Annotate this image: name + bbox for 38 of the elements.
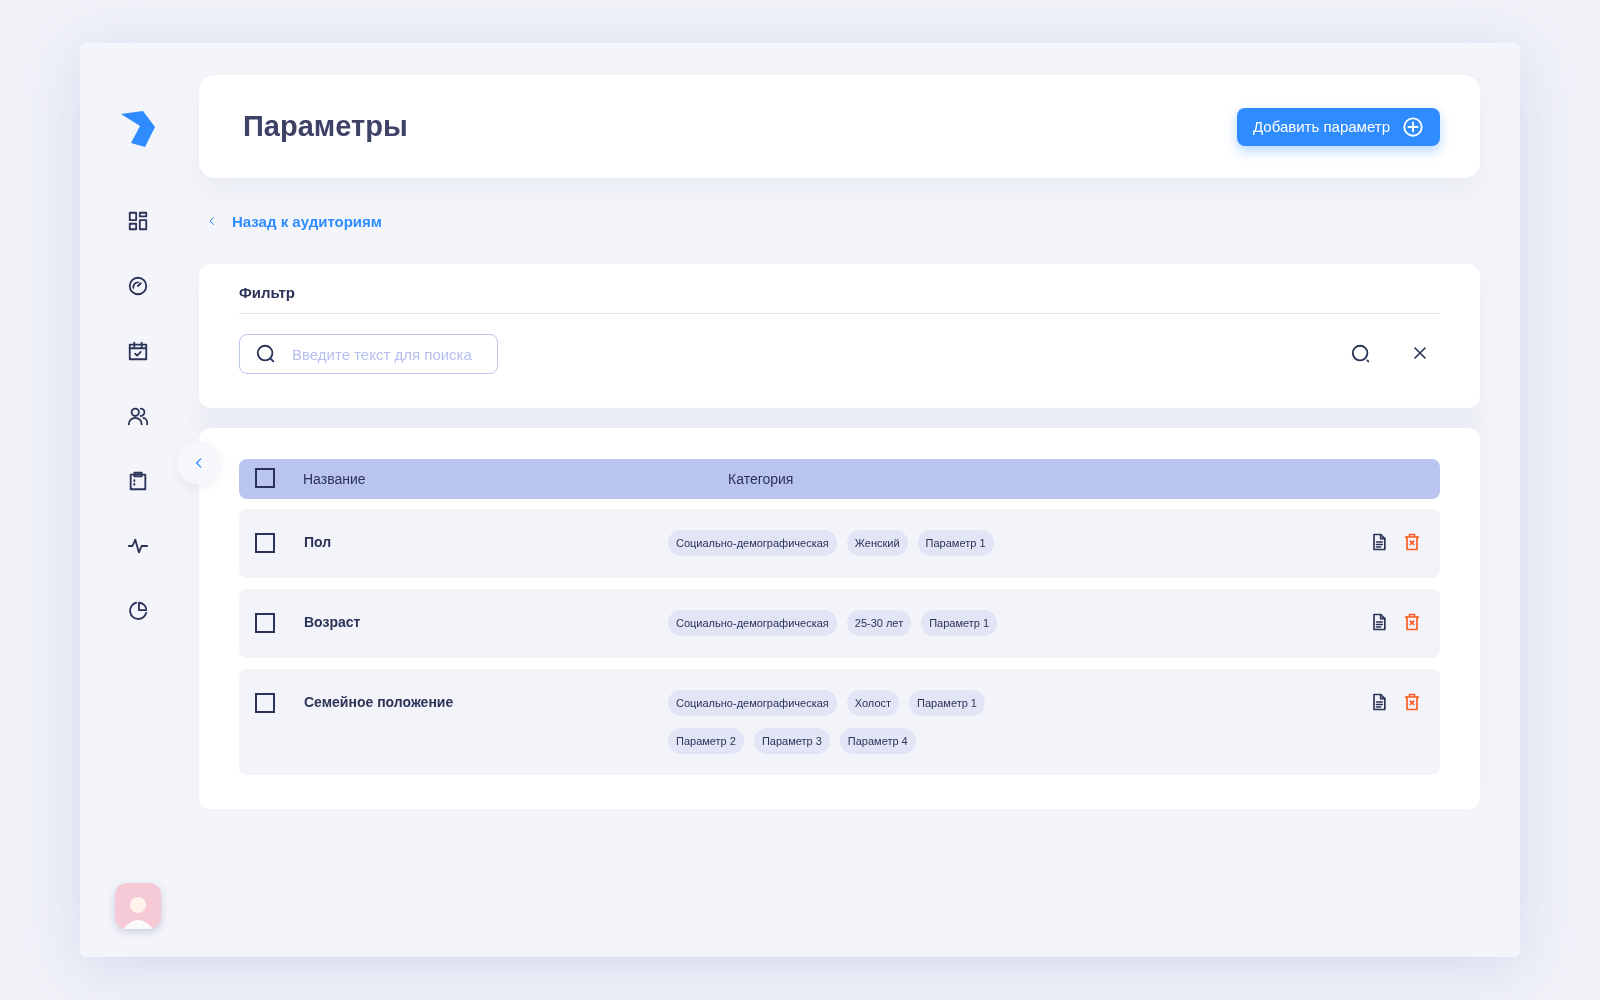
search-field[interactable]: Введите текст для поиска: [239, 334, 498, 374]
pie-chart-icon[interactable]: [126, 600, 149, 622]
delete-icon[interactable]: [1402, 612, 1422, 632]
search-icon[interactable]: [1350, 343, 1372, 365]
category-tag: Параметр 1: [917, 530, 994, 556]
category-tag: Параметр 4: [839, 728, 916, 754]
checkbox[interactable]: [255, 533, 275, 553]
parameter-name: Семейное положение: [304, 693, 455, 712]
add-parameter-button[interactable]: Добавить параметр: [1237, 107, 1440, 146]
calendar-icon[interactable]: [126, 340, 149, 362]
category-tag: Параметр 1: [909, 690, 985, 716]
checkbox[interactable]: [255, 613, 275, 633]
gauge-icon[interactable]: [126, 275, 149, 297]
category-tag: Параметр 2: [668, 728, 744, 754]
category-tag: Социально-демографическая: [668, 530, 837, 556]
delete-icon[interactable]: [1402, 532, 1422, 552]
category-tag: Параметр 1: [921, 610, 998, 636]
column-header: Категория: [728, 471, 795, 487]
category-tag: Социально-демографическая: [668, 610, 837, 636]
users-icon[interactable]: [126, 405, 149, 427]
parameter-name: Пол: [304, 533, 333, 552]
page-title: Параметры: [243, 110, 408, 143]
checkbox[interactable]: [255, 467, 275, 488]
back-link[interactable]: Назад к аудиториям: [232, 212, 382, 230]
category-tag: 25-30 лет: [846, 610, 912, 636]
logo-icon: [120, 111, 155, 147]
delete-icon[interactable]: [1402, 692, 1422, 712]
parameter-name: Возраст: [304, 613, 362, 632]
category-tag: Параметр 3: [753, 728, 830, 754]
category-tag: Холост: [846, 690, 900, 716]
dashboard-icon[interactable]: [126, 210, 149, 232]
column-header: Название: [303, 471, 367, 487]
filter-title: Фильтр: [239, 284, 1440, 314]
plus-circle-icon: [1402, 115, 1424, 138]
category-tag: Социально-демографическая: [668, 690, 837, 716]
search-icon: [255, 343, 277, 365]
category-tag: Женский: [846, 530, 908, 556]
checkbox[interactable]: [255, 693, 275, 713]
